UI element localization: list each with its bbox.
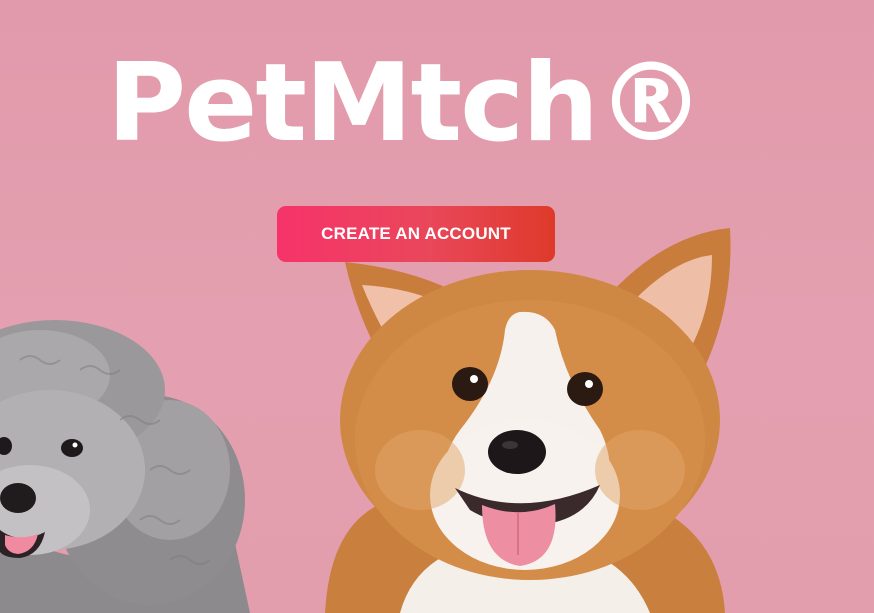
poodle-image (0, 320, 250, 613)
create-account-button[interactable]: CREATE AN ACCOUNT (277, 206, 555, 262)
corgi-image (325, 228, 731, 613)
hero-section: PetMtch® CREATE AN ACCOUNT (0, 0, 874, 613)
brand-logo-title: PetMtch® (107, 41, 705, 166)
